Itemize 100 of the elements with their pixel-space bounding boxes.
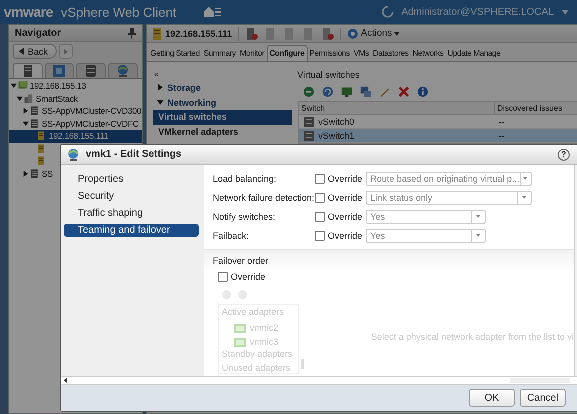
caret-icon bbox=[476, 234, 481, 237]
refresh-network-icon[interactable] bbox=[322, 86, 334, 98]
caret-icon bbox=[523, 177, 528, 180]
nav-item[interactable]: Virtual switches bbox=[152, 110, 292, 125]
refresh-icon[interactable] bbox=[382, 6, 394, 18]
help-button[interactable]: ? bbox=[558, 148, 570, 160]
override-checkbox[interactable]: Override bbox=[315, 212, 363, 222]
nav-item[interactable]: VMkernel adapters bbox=[152, 125, 292, 140]
navigator-tab[interactable] bbox=[44, 63, 74, 78]
forward-button[interactable] bbox=[59, 44, 74, 59]
home-icon[interactable] bbox=[202, 6, 221, 18]
cluster-icon bbox=[30, 118, 40, 129]
tab[interactable]: Permissions bbox=[308, 46, 352, 61]
pencil-icon[interactable] bbox=[378, 86, 390, 98]
dialog-title: vmk1 - Edit Settings bbox=[86, 149, 182, 160]
table-row[interactable]: vSwitch1 -- bbox=[298, 129, 577, 143]
actions-menu[interactable]: Actions bbox=[340, 28, 400, 40]
host-action-icon[interactable] bbox=[321, 26, 334, 40]
user-menu[interactable]: Administrator@VSPHERE.LOCAL bbox=[402, 6, 554, 18]
dropdown[interactable]: Route based on originating virtual p... bbox=[366, 172, 532, 186]
panel-title: Navigator bbox=[15, 28, 62, 38]
host-action-icon[interactable] bbox=[245, 26, 258, 40]
sidebar-item[interactable]: Traffic shaping bbox=[64, 207, 199, 220]
host-icon bbox=[150, 26, 163, 40]
section-title: Virtual switches bbox=[298, 70, 361, 82]
dropdown[interactable]: Yes bbox=[366, 228, 486, 242]
gear-icon bbox=[347, 28, 360, 40]
table-cell: vSwitch1 bbox=[318, 130, 355, 140]
migrate-icon[interactable] bbox=[360, 86, 372, 98]
building-icon bbox=[24, 94, 34, 104]
table-cell: vSwitch0 bbox=[318, 116, 355, 126]
tree-item[interactable]: SS bbox=[9, 168, 53, 180]
column-header[interactable]: Discovered issues bbox=[494, 102, 577, 114]
dialog-button[interactable]: Cancel bbox=[520, 389, 566, 407]
switch-icon bbox=[302, 130, 315, 142]
tab[interactable]: Networks bbox=[410, 46, 446, 61]
tree-item[interactable]: SS-AppVMCluster-CVDFC bbox=[9, 118, 139, 130]
back-button[interactable]: Back bbox=[13, 44, 58, 59]
monitor-icon[interactable] bbox=[340, 86, 352, 98]
globe-icon bbox=[116, 64, 130, 78]
tree-item[interactable]: SmartStack bbox=[9, 92, 78, 105]
tab[interactable]: Datastores bbox=[371, 46, 411, 61]
navigator-tab[interactable] bbox=[13, 63, 43, 78]
collapsed-arrow-icon[interactable] bbox=[23, 170, 29, 177]
host-icon bbox=[37, 131, 47, 142]
delete-icon[interactable] bbox=[398, 86, 410, 98]
nav-group[interactable]: Networking bbox=[152, 95, 292, 110]
tab[interactable]: VMs bbox=[352, 46, 372, 61]
tab[interactable]: Configure bbox=[266, 45, 308, 61]
column-header[interactable]: Switch bbox=[298, 102, 495, 114]
expanded-arrow-icon[interactable] bbox=[11, 83, 17, 90]
override-checkbox[interactable]: Override bbox=[315, 192, 363, 202]
expanded-arrow-icon[interactable] bbox=[17, 96, 23, 102]
field-label: Load balancing: bbox=[213, 174, 278, 184]
navigator-tab[interactable] bbox=[76, 63, 106, 78]
dialog-button[interactable]: OK bbox=[469, 389, 515, 407]
tree-item[interactable]: SS-AppVMCluster-CVD300 bbox=[9, 105, 142, 118]
caret-icon bbox=[522, 196, 527, 199]
sidebar-item[interactable]: Security bbox=[64, 190, 199, 203]
table-cell: -- bbox=[498, 130, 505, 140]
info-icon[interactable] bbox=[416, 86, 428, 98]
navigator-tab[interactable] bbox=[108, 63, 138, 78]
dropdown[interactable]: Link status only bbox=[366, 190, 532, 204]
tab[interactable]: Monitor bbox=[238, 46, 267, 61]
caret-icon bbox=[476, 215, 481, 218]
pin-icon[interactable] bbox=[128, 28, 136, 38]
host-icon bbox=[37, 144, 47, 154]
sidebar-item[interactable]: Teaming and failover bbox=[64, 224, 199, 237]
tab[interactable]: Summary bbox=[202, 46, 238, 61]
collapsed-arrow-icon[interactable] bbox=[23, 108, 29, 114]
field-label: Notify switches: bbox=[213, 212, 277, 222]
sidebar-item[interactable]: Properties bbox=[64, 173, 199, 186]
globe-icon bbox=[67, 148, 80, 161]
tree-item[interactable]: 192.168.155.111 bbox=[9, 130, 142, 142]
override-checkbox[interactable]: Override bbox=[315, 230, 363, 240]
caret-icon[interactable] bbox=[562, 10, 569, 14]
field-label: Network failure detection: bbox=[213, 192, 315, 202]
tab[interactable]: Getting Started bbox=[148, 46, 202, 61]
nav-group[interactable]: Storage bbox=[152, 80, 292, 95]
host-icon bbox=[37, 156, 47, 166]
logo: vmware bbox=[4, 4, 54, 20]
database-icon bbox=[84, 64, 98, 78]
network-card-icon bbox=[234, 324, 246, 332]
tab[interactable]: Update Manage bbox=[446, 46, 503, 61]
field-label: Failback: bbox=[213, 230, 250, 240]
object-title: 192.168.155.111 bbox=[150, 26, 240, 40]
cluster-icon bbox=[30, 168, 40, 179]
table-cell: -- bbox=[498, 116, 505, 126]
vm-icon bbox=[52, 64, 66, 78]
override-checkbox[interactable]: Override bbox=[315, 174, 363, 184]
server-stack-icon bbox=[18, 81, 28, 92]
tree-item[interactable]: 192.168.155.13 bbox=[9, 80, 86, 92]
switch-icon bbox=[302, 116, 315, 128]
back-arrow-icon bbox=[19, 48, 24, 55]
dropdown[interactable]: Yes bbox=[366, 210, 486, 224]
collapse-button[interactable]: « bbox=[152, 68, 292, 80]
expanded-arrow-icon[interactable] bbox=[23, 120, 29, 127]
caret-icon bbox=[394, 32, 400, 36]
scroll-left-icon bbox=[64, 378, 67, 383]
network-card-icon bbox=[234, 338, 246, 346]
